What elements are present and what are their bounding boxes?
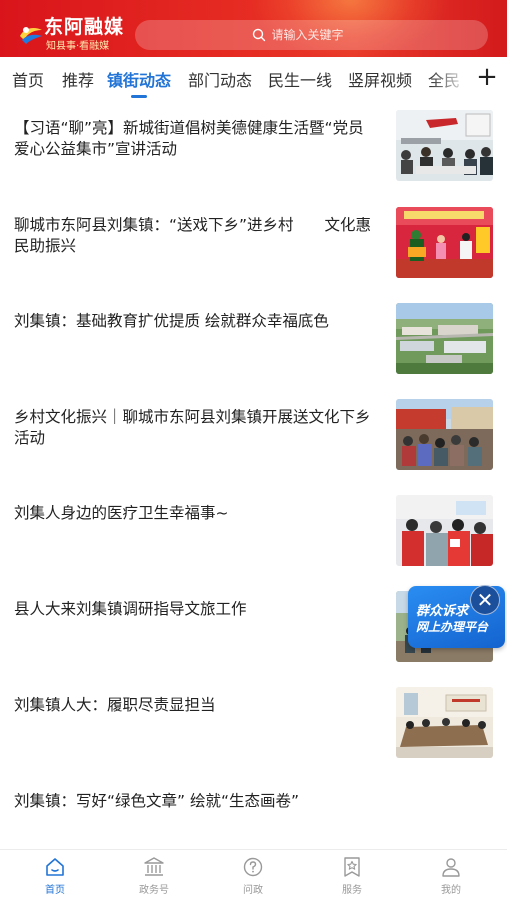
close-icon[interactable]: ✕ bbox=[470, 585, 500, 615]
home-icon bbox=[46, 858, 64, 876]
bottom-navigation: 首页 政务号 问政 服务 我的 bbox=[0, 849, 507, 900]
nav-government-label: 政务号 bbox=[139, 885, 169, 896]
news-thumbnail bbox=[396, 303, 493, 374]
news-item[interactable]: 乡村文化振兴｜聊城市东阿县刘集镇开展送文化下乡活动 bbox=[0, 399, 507, 495]
news-title: 刘集镇：写好“绿色文章” 绘就“生态画卷” bbox=[14, 792, 300, 810]
nav-home-label: 首页 bbox=[45, 885, 65, 896]
app-slogan: 知县事·看融媒 bbox=[46, 41, 110, 52]
question-icon bbox=[243, 857, 263, 877]
tab-vertical-video[interactable]: 竖屏视频 bbox=[348, 67, 412, 91]
search-icon bbox=[252, 28, 265, 42]
news-title: 乡村文化振兴｜聊城市东阿县刘集镇开展送文化下乡活动 bbox=[14, 408, 371, 447]
tab-department-news[interactable]: 部门动态 bbox=[188, 67, 252, 91]
news-item[interactable]: 刘集人身边的医疗卫生幸福事~ bbox=[0, 495, 507, 591]
logo-mark-icon bbox=[20, 27, 42, 44]
news-item[interactable]: 刘集镇人大：履职尽责显担当 bbox=[0, 687, 507, 783]
tab-livelihood[interactable]: 民生一线 bbox=[268, 67, 332, 91]
news-title: 刘集镇：基础教育扩优提质 绘就群众幸福底色 bbox=[14, 312, 329, 330]
banner-line-1: 群众诉求 bbox=[416, 604, 469, 619]
news-title: 刘集人身边的医疗卫生幸福事~ bbox=[14, 504, 229, 522]
tab-recommend[interactable]: 推荐 bbox=[62, 67, 94, 91]
news-item[interactable]: 刘集镇：基础教育扩优提质 绘就群众幸福底色 bbox=[0, 303, 507, 399]
service-icon bbox=[344, 857, 360, 877]
nav-inquiry[interactable]: 问政 bbox=[223, 856, 283, 896]
search-input[interactable] bbox=[271, 28, 372, 42]
news-thumbnail bbox=[396, 687, 493, 758]
news-item[interactable]: 聊城市东阿县刘集镇：“送戏下乡”进乡村 文化惠民助振兴 bbox=[0, 207, 507, 303]
search-bar[interactable] bbox=[135, 20, 488, 50]
government-icon bbox=[144, 857, 164, 876]
news-thumbnail bbox=[396, 207, 493, 278]
nav-service[interactable]: 服务 bbox=[322, 856, 382, 896]
app-logo[interactable]: 东阿融媒 知县事·看融媒 bbox=[18, 10, 128, 52]
app-name: 东阿融媒 bbox=[44, 16, 125, 38]
channel-tabs: 首页 推荐 镇街动态 部门动态 民生一线 竖屏视频 全民 bbox=[0, 57, 507, 101]
nav-service-label: 服务 bbox=[342, 885, 362, 896]
news-thumbnail bbox=[396, 399, 493, 470]
news-item[interactable]: 【习语“聊”亮】新城街道倡树美德健康生活暨“党员爱心公益集市”宣讲活动 bbox=[0, 110, 507, 206]
news-title: 聊城市东阿县刘集镇：“送戏下乡”进乡村 文化惠民助振兴 bbox=[14, 216, 372, 255]
news-thumbnail bbox=[396, 495, 493, 566]
tabs-fade bbox=[430, 57, 470, 101]
tab-home[interactable]: 首页 bbox=[12, 67, 44, 91]
nav-profile-label: 我的 bbox=[441, 885, 461, 896]
nav-inquiry-label: 问政 bbox=[243, 885, 263, 896]
tab-town-news[interactable]: 镇街动态 bbox=[107, 67, 171, 91]
news-title: 县人大来刘集镇调研指导文旅工作 bbox=[14, 600, 247, 618]
news-title: 【习语“聊”亮】新城街道倡树美德健康生活暨“党员爱心公益集市”宣讲活动 bbox=[14, 119, 364, 158]
news-thumbnail bbox=[396, 110, 493, 181]
app-header: 东阿融媒 知县事·看融媒 bbox=[0, 0, 507, 57]
news-title: 刘集镇人大：履职尽责显担当 bbox=[14, 696, 216, 714]
user-icon bbox=[442, 858, 460, 877]
nav-profile[interactable]: 我的 bbox=[421, 856, 481, 896]
active-tab-indicator bbox=[131, 95, 147, 98]
nav-government[interactable]: 政务号 bbox=[124, 856, 184, 896]
banner-line-2: 网上办理平台 bbox=[416, 620, 489, 634]
add-channel-button[interactable]: + bbox=[472, 60, 502, 96]
nav-home[interactable]: 首页 bbox=[25, 856, 85, 896]
